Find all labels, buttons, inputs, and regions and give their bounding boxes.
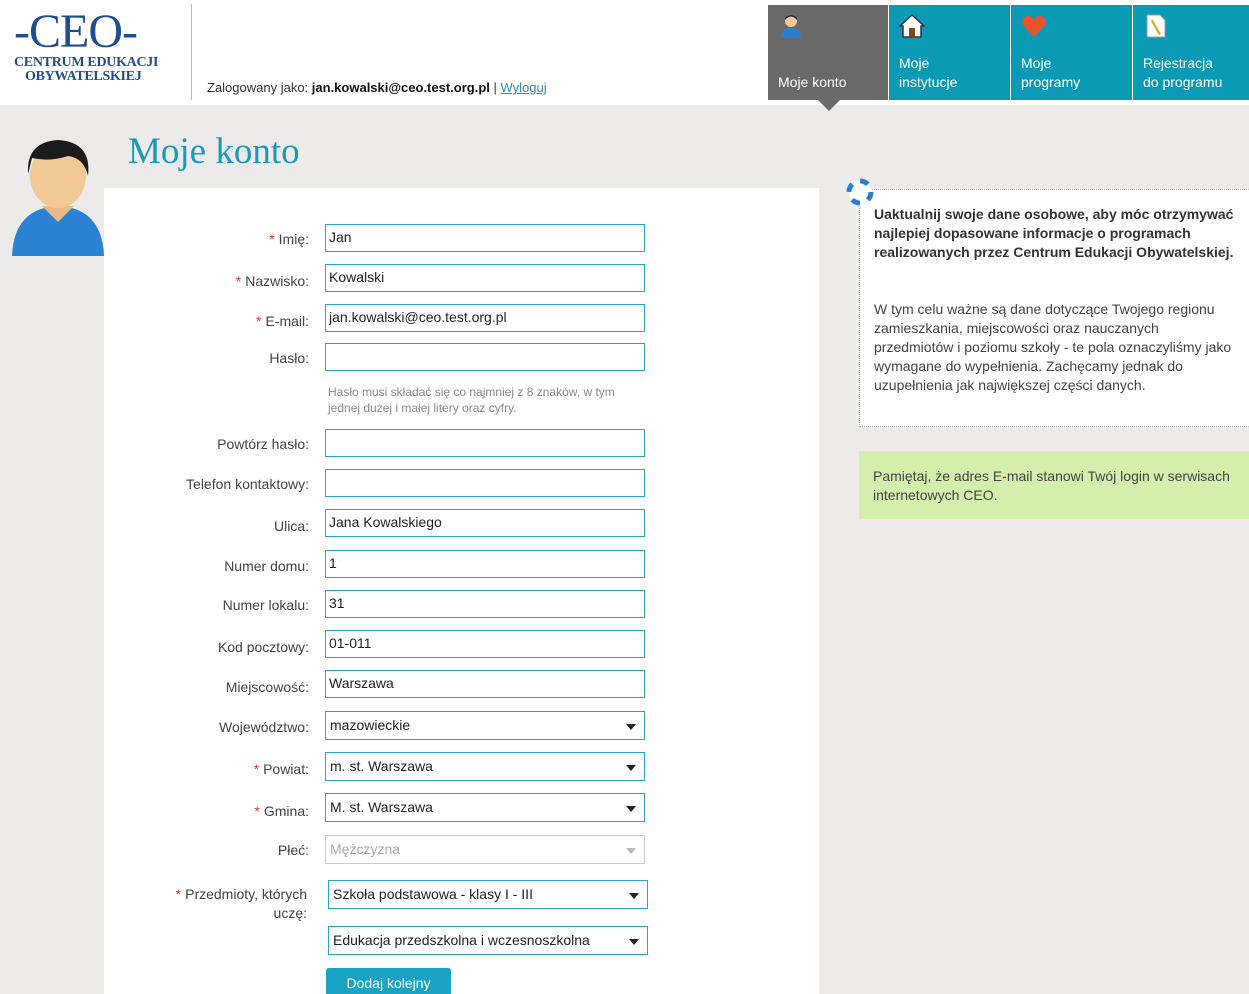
info-box: Uaktualnij swoje dane osobowe, aby móc o… <box>859 189 1249 427</box>
telefon-label: Telefon kontaktowy: <box>186 476 309 492</box>
email-label: * E-mail: <box>256 313 309 329</box>
przedmioty-label-line-1: * Przedmioty, których <box>176 885 307 904</box>
imie-label: * Imię: <box>269 231 309 247</box>
nazwisko-label-text: Nazwisko: <box>245 273 309 289</box>
nav-label: Moje instytucje <box>899 55 958 90</box>
nav-label: Moje programy <box>1021 55 1081 90</box>
haslo-label: Hasło: <box>269 350 309 366</box>
user-icon <box>781 15 801 38</box>
phone-input[interactable] <box>325 469 645 497</box>
imie-input[interactable]: Jan <box>325 224 645 252</box>
page-title: Moje konto <box>128 131 300 172</box>
plec-label: Płeć: <box>277 842 309 858</box>
chevron-down-icon <box>626 848 636 854</box>
nav-label: Moje konto <box>778 74 847 90</box>
school-level-select[interactable]: Szkoła podstawowa - klasy I - III <box>328 880 648 909</box>
wojewodztwo-label: Województwo: <box>218 719 309 735</box>
required-mark: * <box>254 803 260 819</box>
miejscowosc-label: Miejscowość: <box>225 679 309 695</box>
powiat-label: * Powiat: <box>254 761 309 777</box>
required-mark: * <box>269 231 275 247</box>
house-number-input[interactable]: 1 <box>325 550 645 578</box>
imie-label-text: Imię: <box>278 231 309 247</box>
gmina-label: * Gmina: <box>254 803 309 819</box>
required-mark: * <box>235 273 242 289</box>
nav-rejestracja[interactable]: Rejestracja do programu <box>1133 5 1249 100</box>
gmina-label-text: Gmina: <box>263 803 309 819</box>
nav-moje-instytucje[interactable]: Moje instytucje <box>889 5 1010 100</box>
header-divider <box>191 4 192 100</box>
nazwisko-label: * Nazwisko: <box>236 273 309 289</box>
login-note-box: Pamiętaj, że adres E-mail stanowi Twój l… <box>859 451 1249 519</box>
nav-label: Rejestracja do programu <box>1143 55 1223 90</box>
kod-label: Kod pocztowy: <box>217 639 309 655</box>
numer-domu-label: Numer domu: <box>224 558 309 574</box>
password-input[interactable] <box>325 343 645 371</box>
chevron-down-icon <box>626 806 636 812</box>
nazwisko-input[interactable]: Kowalski <box>325 264 645 292</box>
street-input[interactable]: Jana Kowalskiego <box>325 509 645 537</box>
add-another-button[interactable]: Dodaj kolejny <box>326 968 451 994</box>
account-form: * Imię: Jan * Nazwisko: Kowalski * E-mail: … <box>104 188 819 994</box>
przedmioty-label-text: Przedmioty, których <box>185 886 307 902</box>
county-value: m. st. Warszawa <box>330 758 433 774</box>
przedmioty-label: * Przedmioty, których uczę: <box>176 885 307 923</box>
required-mark: * <box>175 886 182 902</box>
password-repeat-input[interactable] <box>325 429 645 457</box>
ceo-logo[interactable]: -CEO- CENTRUM EDUKACJI OBYWATELSKIEJ <box>14 8 174 96</box>
powtorz-label: Powtórz hasło: <box>217 436 309 452</box>
numer-lokalu-label: Numer lokalu: <box>222 597 309 613</box>
login-prefix: Zalogowany jako: <box>207 80 312 95</box>
voivodeship-value: mazowieckie <box>330 717 411 733</box>
login-note-text: Pamiętaj, że adres E-mail stanowi Twój l… <box>873 468 1230 503</box>
info-bold-text: Uaktualnij swoje dane osobowe, aby móc o… <box>874 206 1234 260</box>
required-mark: * <box>253 761 260 777</box>
gender-select: Mężczyzna <box>325 835 645 864</box>
chevron-down-icon <box>629 893 639 899</box>
required-mark: * <box>255 313 262 329</box>
przedmioty-label-line-2: uczę: <box>273 905 307 921</box>
login-info: Zalogowany jako: jan.kowalski@ceo.test.o… <box>207 80 547 95</box>
logo-mark: -CEO- <box>14 5 138 58</box>
lifebuoy-icon <box>846 178 874 206</box>
ulica-label: Ulica: <box>273 518 309 534</box>
nav-moje-programy[interactable]: Moje programy <box>1011 5 1132 100</box>
heart-icon <box>1022 15 1046 38</box>
house-icon <box>899 13 925 38</box>
apartment-number-input[interactable]: 31 <box>325 590 645 618</box>
email-input[interactable]: jan.kowalski@ceo.test.org.pl <box>325 304 645 332</box>
password-hint: Hasło musi składać się co najmniej z 8 z… <box>328 385 615 415</box>
logo-line-1: CENTRUM EDUKACJI <box>14 55 159 70</box>
city-input[interactable]: Warszawa <box>325 670 645 698</box>
powiat-label-text: Powiat: <box>263 761 309 777</box>
logout-link[interactable]: Wyloguj <box>501 80 547 95</box>
logo-line-2: OBYWATELSKIEJ <box>25 69 142 84</box>
email-label-text: E-mail: <box>265 313 309 329</box>
subject-value: Edukacja przedszkolna i wczesnoszkolna <box>333 932 590 948</box>
postal-code-input[interactable]: 01-011 <box>325 630 645 658</box>
commune-select[interactable]: M. st. Warszawa <box>325 793 645 822</box>
school-level-value: Szkoła podstawowa - klasy I - III <box>333 886 533 902</box>
voivodeship-select[interactable]: mazowieckie <box>325 711 645 740</box>
chevron-down-icon <box>626 765 636 771</box>
chevron-down-icon <box>626 724 636 730</box>
nav-moje-konto[interactable]: Moje konto <box>768 5 888 100</box>
login-separator: | <box>489 80 501 95</box>
avatar <box>12 140 104 256</box>
gender-value: Mężczyzna <box>330 841 401 857</box>
commune-value: M. st. Warszawa <box>330 799 433 815</box>
info-text: W tym celu ważne są dane dotyczące Twoje… <box>874 301 1232 393</box>
active-nav-indicator <box>818 100 840 111</box>
county-select[interactable]: m. st. Warszawa <box>325 752 645 781</box>
login-user: jan.kowalski@ceo.test.org.pl <box>311 80 490 95</box>
chevron-down-icon <box>629 939 639 945</box>
subject-select[interactable]: Edukacja przedszkolna i wczesnoszkolna <box>328 926 648 955</box>
main-nav: Moje konto Moje instytucje Moje programy… <box>768 5 1249 100</box>
document-pen-icon <box>1146 14 1166 38</box>
